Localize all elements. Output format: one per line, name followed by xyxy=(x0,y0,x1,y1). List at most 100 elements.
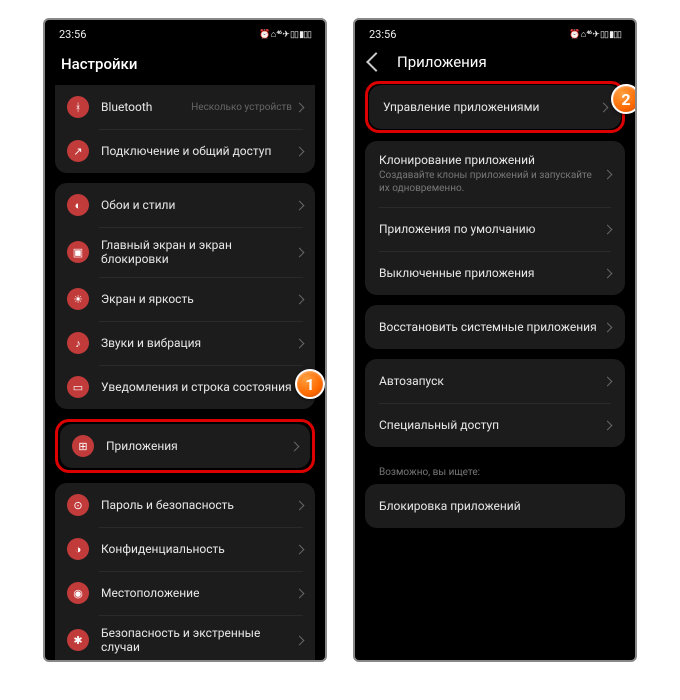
row-clone-apps[interactable]: Клонирование приложений Создавайте клоны… xyxy=(365,141,625,207)
row-label: Главный экран и экран блокировки xyxy=(101,238,296,266)
highlight-box-1: ⊞ Приложения xyxy=(55,419,315,473)
status-bar: 23:56 ⏰ ⌂ ⁴⁶ ✈ ▯▯ ▮▯▯ xyxy=(45,20,325,45)
row-homescreen[interactable]: ▣ Главный экран и экран блокировки xyxy=(55,227,315,277)
row-label: Автозапуск xyxy=(379,374,604,388)
row-disabled-apps[interactable]: Выключенные приложения xyxy=(365,251,625,295)
row-wallpaper[interactable]: ◐ Обои и стили xyxy=(55,183,315,227)
step-badge-2: 2 xyxy=(611,84,635,114)
chevron-icon xyxy=(290,441,300,451)
apps-icon: ⊞ xyxy=(72,435,94,457)
row-autostart[interactable]: Автозапуск xyxy=(365,359,625,403)
chevron-icon xyxy=(295,200,305,210)
row-label: Приложения по умолчанию xyxy=(379,222,604,236)
row-brightness[interactable]: ☀ Экран и яркость xyxy=(55,277,315,321)
group-app-options: Клонирование приложений Создавайте клоны… xyxy=(365,141,625,295)
row-label: Конфиденциальность xyxy=(101,542,296,556)
row-label: Экран и яркость xyxy=(101,292,296,306)
chevron-icon xyxy=(295,294,305,304)
row-label: Блокировка приложений xyxy=(379,499,611,513)
chevron-icon xyxy=(295,588,305,598)
chevron-icon xyxy=(295,247,305,257)
row-app-lock[interactable]: Блокировка приложений xyxy=(365,484,625,528)
row-label: Клонирование приложений xyxy=(379,153,604,167)
share-icon: ↗ xyxy=(67,140,89,162)
row-manage-apps[interactable]: Управление приложениями xyxy=(369,85,621,129)
chevron-icon xyxy=(603,322,613,332)
row-label: Управление приложениями xyxy=(383,100,600,114)
privacy-icon: ◑ xyxy=(67,538,89,560)
chevron-icon xyxy=(603,420,613,430)
chevron-icon xyxy=(603,224,613,234)
chevron-icon xyxy=(295,146,305,156)
row-sound[interactable]: ♪ Звуки и вибрация xyxy=(55,321,315,365)
status-bar: 23:56 ⏰ ⌂ ⁴⁶ ✈ ▯▯ ▮▯▯ xyxy=(355,20,635,45)
page-title: Настройки xyxy=(45,45,325,85)
group-manage-apps: Управление приложениями xyxy=(369,85,621,129)
row-label: Bluetooth xyxy=(101,100,191,114)
brightness-icon: ☀ xyxy=(67,288,89,310)
sound-icon: ♪ xyxy=(67,332,89,354)
chevron-icon xyxy=(295,544,305,554)
lock-icon: ⊙ xyxy=(67,494,89,516)
hint-text: Возможно, вы ищете: xyxy=(365,457,625,484)
row-special-access[interactable]: Специальный доступ xyxy=(365,403,625,447)
row-safety[interactable]: ✱ Безопасность и экстренные случаи xyxy=(55,615,315,660)
chevron-icon xyxy=(295,635,305,645)
row-label: Звуки и вибрация xyxy=(101,336,296,350)
status-time: 23:56 xyxy=(369,28,396,41)
row-value: Несколько устройств xyxy=(191,102,292,113)
row-notifications[interactable]: ▭ Уведомления и строка состояния xyxy=(55,365,315,409)
status-icons: ⏰ ⌂ ⁴⁶ ✈ ▯▯ ▮▯▯ xyxy=(259,29,311,40)
row-default-apps[interactable]: Приложения по умолчанию xyxy=(365,207,625,251)
step-badge-1: 1 xyxy=(295,369,325,399)
row-label: Уведомления и строка состояния xyxy=(101,380,296,394)
row-label: Пароль и безопасность xyxy=(101,498,296,512)
row-label: Безопасность и экстренные случаи xyxy=(101,626,296,654)
chevron-icon xyxy=(295,338,305,348)
safety-icon: ✱ xyxy=(67,629,89,651)
group-connectivity: ᚼ Bluetooth Несколько устройств ↗ Подклю… xyxy=(55,85,315,173)
settings-list: ᚼ Bluetooth Несколько устройств ↗ Подклю… xyxy=(45,85,325,660)
chevron-icon xyxy=(599,102,609,112)
row-label: Приложения xyxy=(106,439,291,453)
row-label: Выключенные приложения xyxy=(379,266,604,280)
row-sharing[interactable]: ↗ Подключение и общий доступ xyxy=(55,129,315,173)
back-icon[interactable] xyxy=(366,52,386,72)
row-label: Восстановить системные приложения xyxy=(379,320,604,334)
wallpaper-icon: ◐ xyxy=(67,194,89,216)
row-privacy[interactable]: ◑ Конфиденциальность xyxy=(55,527,315,571)
row-label: Специальный доступ xyxy=(379,418,604,432)
status-icons: ⏰ ⌂ ⁴⁶ ✈ ▯▯ ▮▯▯ xyxy=(569,29,621,40)
page-title: Приложения xyxy=(397,53,487,71)
group-security: ⊙ Пароль и безопасность ◑ Конфиденциальн… xyxy=(55,483,315,660)
row-label: Подключение и общий доступ xyxy=(101,144,296,158)
apps-list: Управление приложениями Клонирование при… xyxy=(355,81,635,528)
status-time: 23:56 xyxy=(59,28,86,41)
row-label: Местоположение xyxy=(101,586,296,600)
row-label: Обои и стили xyxy=(101,198,296,212)
row-apps[interactable]: ⊞ Приложения xyxy=(60,424,310,468)
phone-right-apps: 2 23:56 ⏰ ⌂ ⁴⁶ ✈ ▯▯ ▮▯▯ Приложения Управ… xyxy=(355,20,635,660)
group-apps: ⊞ Приложения xyxy=(60,424,310,468)
row-restore-system-apps[interactable]: Восстановить системные приложения xyxy=(365,305,625,349)
location-icon: ◉ xyxy=(67,582,89,604)
row-password[interactable]: ⊙ Пароль и безопасность xyxy=(55,483,315,527)
chevron-icon xyxy=(295,102,305,112)
chevron-icon xyxy=(295,500,305,510)
chevron-icon xyxy=(603,376,613,386)
row-bluetooth[interactable]: ᚼ Bluetooth Несколько устройств xyxy=(55,85,315,129)
notifications-icon: ▭ xyxy=(67,376,89,398)
row-location[interactable]: ◉ Местоположение xyxy=(55,571,315,615)
phone-left-settings: 1 23:56 ⏰ ⌂ ⁴⁶ ✈ ▯▯ ▮▯▯ Настройки ᚼ Blue… xyxy=(45,20,325,660)
highlight-box-2: Управление приложениями xyxy=(365,81,625,133)
group-restore: Восстановить системные приложения xyxy=(365,305,625,349)
chevron-icon xyxy=(603,169,613,179)
group-autostart: Автозапуск Специальный доступ xyxy=(365,359,625,447)
bluetooth-icon: ᚼ xyxy=(67,96,89,118)
group-suggestion: Блокировка приложений xyxy=(365,484,625,528)
header: Приложения xyxy=(355,45,635,81)
group-display: ◐ Обои и стили ▣ Главный экран и экран б… xyxy=(55,183,315,409)
home-icon: ▣ xyxy=(67,241,89,263)
row-subtext: Создавайте клоны приложений и запускайте… xyxy=(379,169,604,195)
chevron-icon xyxy=(603,268,613,278)
